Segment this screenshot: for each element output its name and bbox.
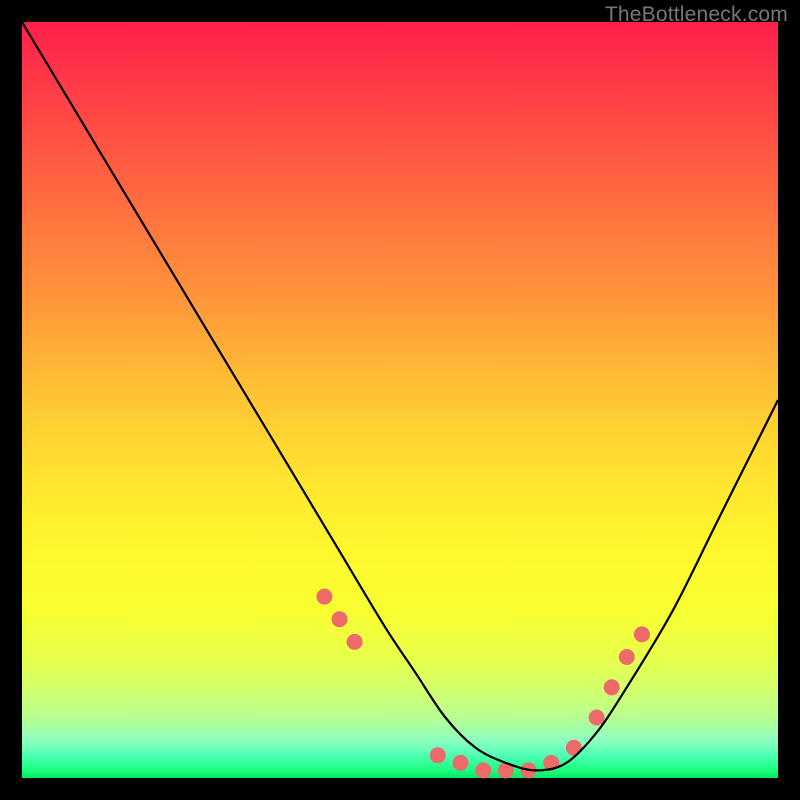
watermark-text: TheBottleneck.com: [605, 3, 788, 27]
bottleneck-curve-path: [22, 22, 778, 770]
highlight-dot: [604, 679, 620, 695]
highlight-dot: [475, 762, 491, 778]
highlight-dot: [634, 626, 650, 642]
highlight-dot: [589, 710, 605, 726]
marker-group: [316, 589, 650, 779]
highlight-dot: [619, 649, 635, 665]
highlight-dot: [453, 755, 469, 771]
highlight-dot: [430, 747, 446, 763]
chart-frame: TheBottleneck.com: [0, 0, 800, 800]
bottleneck-curve-svg: [0, 0, 800, 800]
highlight-dot: [332, 611, 348, 627]
highlight-dot: [347, 634, 363, 650]
highlight-dot: [316, 589, 332, 605]
